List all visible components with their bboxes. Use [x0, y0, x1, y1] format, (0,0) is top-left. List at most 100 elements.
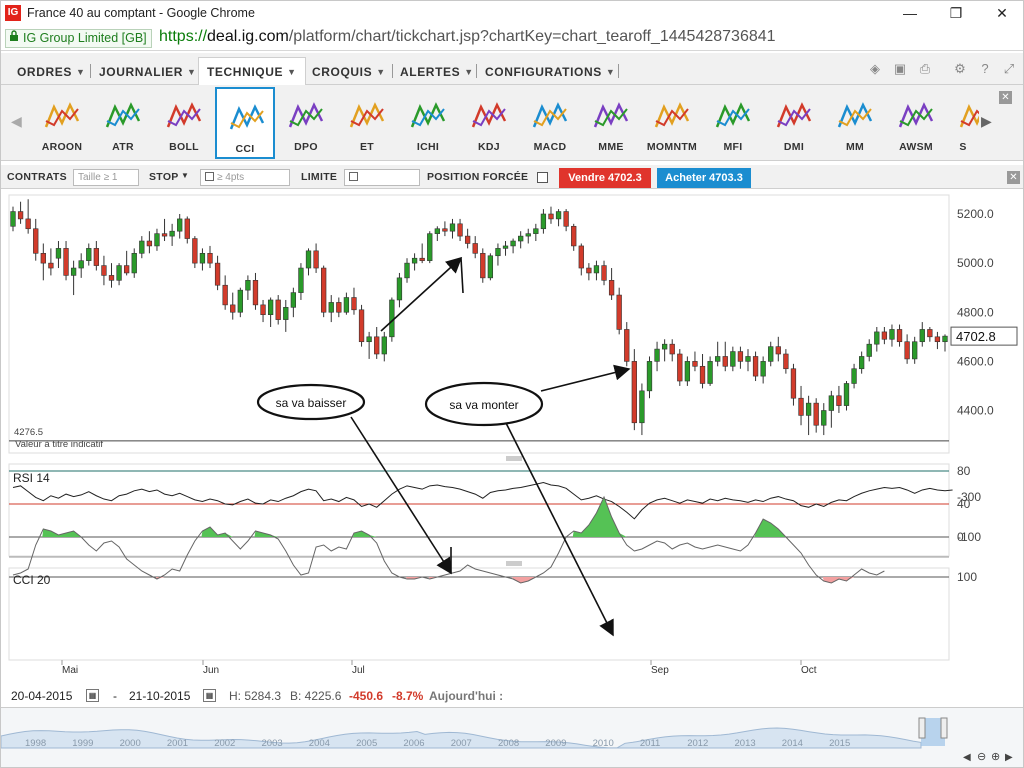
change-pct: -8.7%: [392, 689, 424, 703]
help-icon[interactable]: ?: [977, 61, 993, 77]
expand-icon[interactable]: ⤢: [1001, 61, 1017, 77]
candle-body: [722, 356, 728, 367]
rsi-line: [12, 482, 953, 520]
title-bar: IG France 40 au comptant - Google Chrome…: [1, 1, 1023, 25]
pan-right-icon[interactable]: ▶: [1005, 752, 1013, 763]
navigator-year: 2011: [640, 738, 660, 749]
indicator-label: DPO: [294, 141, 318, 153]
candle-body: [260, 304, 266, 316]
indicator-dmi[interactable]: DMI: [764, 87, 824, 159]
restore-button[interactable]: ❐: [933, 1, 979, 25]
pan-left-icon[interactable]: ◀: [963, 752, 971, 763]
candle-body: [813, 402, 819, 426]
chevron-down-icon: ▼: [187, 67, 197, 77]
time-navigator[interactable]: 1998 1999 2000 2001 2002 2003 2004 2005 2006 2007…: [1, 707, 1024, 768]
navigator-year: 2008: [498, 738, 519, 749]
security-badge[interactable]: IG Group Limited [GB]: [5, 29, 152, 48]
buy-button[interactable]: Acheter 4703.3: [657, 168, 751, 188]
tab-croquis[interactable]: CROQUIS ▼: [312, 61, 386, 83]
indicator-et[interactable]: ET: [337, 87, 397, 159]
indicator-label: ET: [359, 141, 375, 153]
limit-input[interactable]: [344, 169, 420, 186]
indicator-atr[interactable]: ATR: [93, 87, 153, 159]
close-button[interactable]: ✕: [979, 1, 1023, 25]
tab-configurations[interactable]: CONFIGURATIONS ▼: [485, 61, 615, 83]
calendar-icon[interactable]: ▦: [203, 689, 216, 702]
indicator-aroon[interactable]: AROON: [32, 87, 92, 159]
print-icon[interactable]: ⎙: [917, 61, 933, 77]
indicator-kdj[interactable]: KDJ: [459, 87, 519, 159]
indicator-boll[interactable]: BOLL: [154, 87, 214, 159]
candle-body: [775, 346, 781, 355]
indicator-awsm[interactable]: AWSM: [886, 87, 946, 159]
indicator-cci[interactable]: CCI: [215, 87, 275, 159]
candle-body: [889, 329, 895, 340]
chevron-down-icon[interactable]: ▼: [181, 171, 189, 180]
scroll-right-icon[interactable]: ▶: [981, 113, 992, 130]
rsi-resize-handle[interactable]: [506, 456, 522, 461]
minimize-button[interactable]: —: [887, 1, 933, 25]
forced-position-checkbox[interactable]: [537, 172, 548, 183]
close-icon[interactable]: ✕: [999, 91, 1012, 104]
current-price: 4702.8: [956, 329, 996, 344]
chart-area[interactable]: RSI 14 80 40 0 CCI 20 100 -100 -300 5200.0 5000…: [1, 191, 1024, 707]
s-icon: [959, 103, 979, 128]
contracts-input[interactable]: Taille ≥ 1: [73, 169, 139, 186]
candle-body: [389, 299, 395, 338]
tab-journalier[interactable]: JOURNALIER ▼: [99, 61, 197, 83]
candle-body: [934, 336, 941, 343]
scroll-left-icon[interactable]: ◀: [11, 113, 22, 130]
tab-ordres[interactable]: ORDRES ▼: [17, 61, 85, 83]
stop-checkbox[interactable]: [205, 172, 214, 181]
dpo-icon: [288, 102, 324, 128]
cci-panel[interactable]: [8, 567, 950, 661]
candle-body: [783, 353, 789, 370]
candle-body: [669, 343, 675, 355]
chart-svg[interactable]: RSI 14 80400 CCI 20 100-100-300 5200.05000…: [1, 191, 1024, 687]
gear-icon[interactable]: ⚙: [952, 61, 968, 77]
candle-body: [207, 252, 213, 264]
date-to[interactable]: 21-10-2015: [129, 689, 190, 703]
candle-body: [70, 267, 77, 276]
cci-fill: [754, 519, 786, 537]
navigator-svg[interactable]: 1998 1999 2000 2001 2002 2003 2004 2005 2006 2007…: [1, 708, 1024, 768]
indicator-mme[interactable]: MME: [581, 87, 641, 159]
indicator-s[interactable]: S: [947, 87, 979, 159]
zoom-in-icon[interactable]: ⊕: [991, 751, 1000, 763]
indicator-macd[interactable]: MACD: [520, 87, 580, 159]
navigator-handle-left[interactable]: [918, 717, 926, 739]
lock-icon: [9, 30, 19, 47]
indicator-dpo[interactable]: DPO: [276, 87, 336, 159]
indicator-mm[interactable]: MM: [825, 87, 885, 159]
chevron-down-icon: ▼: [287, 67, 297, 77]
layers-icon[interactable]: ◈: [867, 61, 883, 77]
kdj-icon: [471, 102, 507, 128]
momntm-icon: [654, 102, 690, 128]
limit-checkbox[interactable]: [349, 172, 358, 181]
stop-input[interactable]: ≥ 4pts: [200, 169, 290, 186]
candle-body: [328, 302, 334, 313]
tab-alertes[interactable]: ALERTES ▼: [400, 61, 474, 83]
navigator-year: 2005: [356, 738, 377, 749]
image-icon[interactable]: ▣: [892, 61, 908, 77]
date-from[interactable]: 20-04-2015: [11, 689, 72, 703]
candle-body: [510, 240, 516, 247]
zoom-out-icon[interactable]: ⊖: [977, 751, 986, 763]
rsi-panel[interactable]: [8, 463, 950, 557]
cci-resize-handle[interactable]: [506, 561, 522, 566]
sell-button[interactable]: Vendre 4702.3: [559, 168, 651, 188]
navigator-year: 2013: [735, 738, 756, 749]
address-bar[interactable]: IG Group Limited [GB] https://deal.ig.co…: [1, 25, 1023, 51]
candle-body: [707, 361, 713, 384]
navigator-handle-right[interactable]: [940, 717, 948, 739]
indicator-ichi[interactable]: ICHI: [398, 87, 458, 159]
close-icon[interactable]: ✕: [1007, 171, 1020, 184]
indicator-momntm[interactable]: MOMNTM: [642, 87, 702, 159]
candle-body: [101, 265, 107, 276]
candle-body: [927, 329, 933, 338]
indicator-mfi[interactable]: MFI: [703, 87, 763, 159]
candle-body: [752, 356, 759, 377]
calendar-icon[interactable]: ▦: [86, 689, 99, 702]
tab-technique[interactable]: TECHNIQUE ▼: [198, 57, 306, 86]
url-text[interactable]: https://deal.ig.com/platform/chart/tickc…: [159, 28, 776, 46]
